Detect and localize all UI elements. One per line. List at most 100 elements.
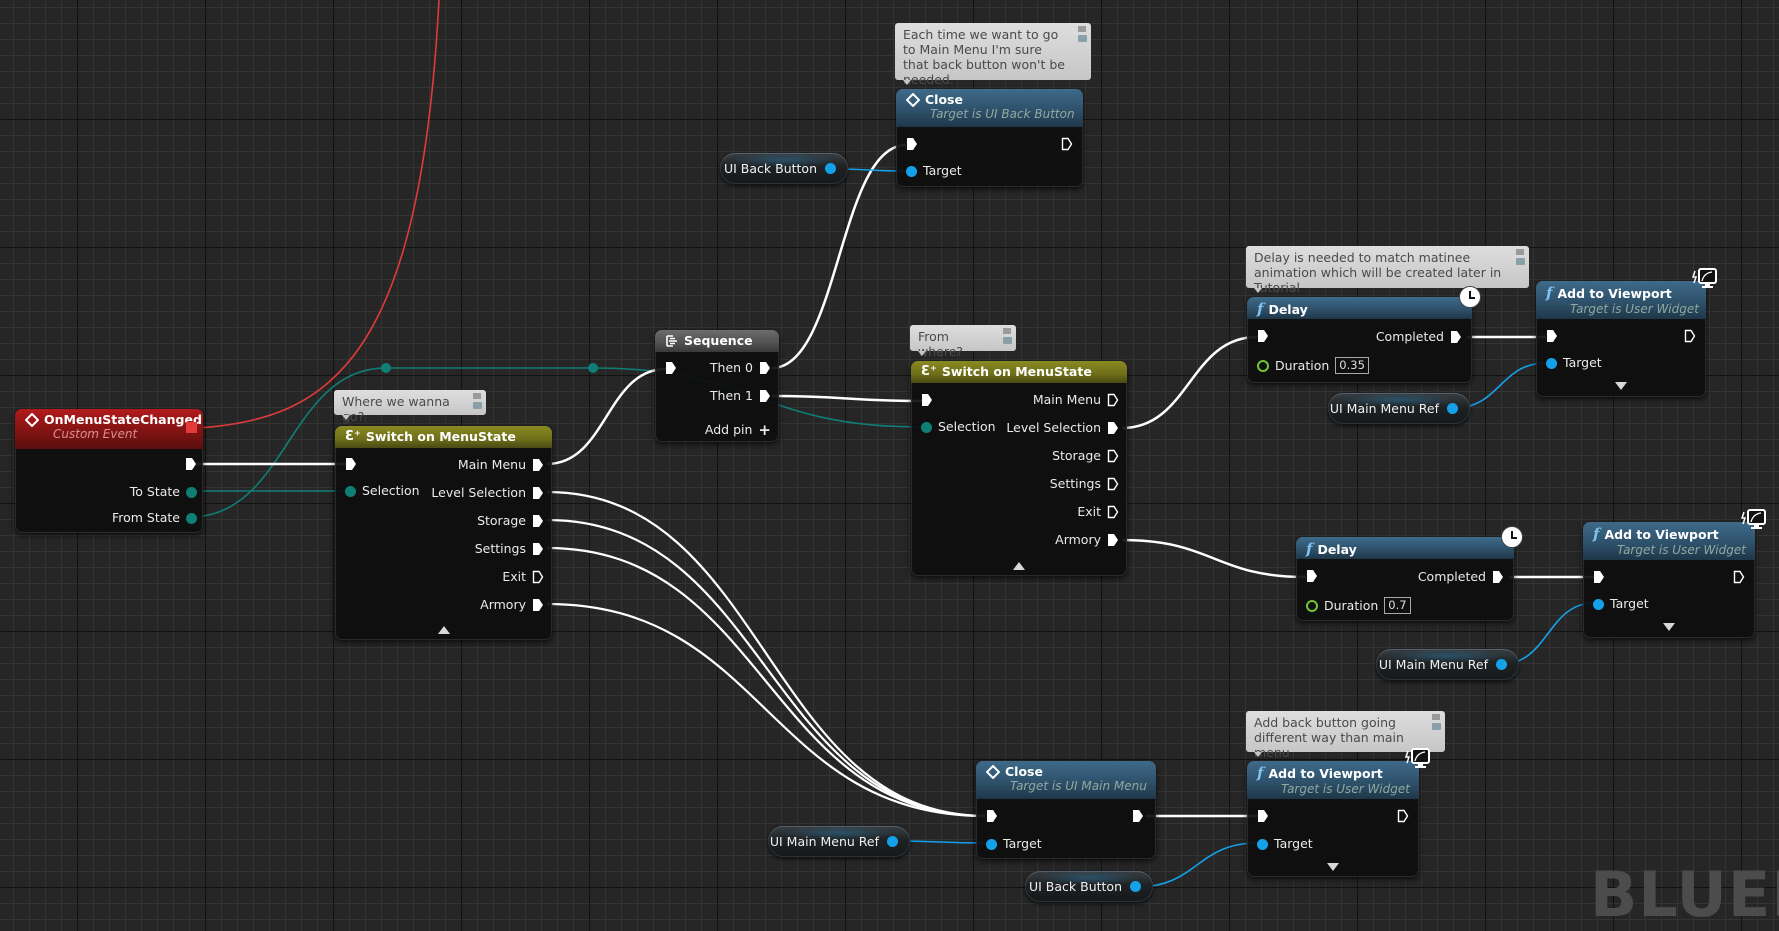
comment-where-we-wanna-go[interactable]: Where we wanna go? (334, 390, 486, 424)
object-pin-icon[interactable] (1130, 881, 1141, 892)
object-pin-icon[interactable] (825, 163, 836, 174)
exec-out-pin[interactable] (1132, 809, 1144, 823)
pin-label: Storage (1052, 448, 1101, 463)
sequence-node[interactable]: Sequence Then 0 Then 1 Add pin + (655, 330, 779, 442)
ui-main-menu-ref-variable-3[interactable]: UI Main Menu Ref (768, 826, 910, 857)
exec-pin-icon (907, 138, 917, 150)
exec-out-pin[interactable] (1397, 809, 1409, 823)
exec-out-pin[interactable] (185, 457, 197, 471)
pin-comment-icon[interactable] (1432, 714, 1440, 720)
target-pin[interactable]: Target (1546, 355, 1602, 371)
exec-in-pin[interactable] (1593, 570, 1605, 584)
out-storage-pin[interactable]: Storage (1052, 448, 1119, 464)
target-pin[interactable]: Target (986, 836, 1042, 852)
out-armory-pin[interactable]: Armory (480, 597, 544, 613)
add-to-viewport-node-2[interactable]: f Add to Viewport Target is User Widget T… (1583, 522, 1755, 638)
completed-pin[interactable]: Completed (1376, 329, 1462, 345)
comment-text: From where? (918, 329, 964, 359)
function-diamond-icon (986, 764, 1000, 779)
out-armory-pin[interactable]: Armory (1055, 532, 1119, 548)
exec-wire (771, 394, 923, 403)
reroute-node[interactable] (381, 363, 391, 373)
exec-in-pin[interactable] (665, 361, 677, 375)
target-pin[interactable]: Target (906, 163, 962, 179)
object-pin-icon[interactable] (887, 836, 898, 847)
pin-comment-icon[interactable] (473, 393, 481, 399)
delay-node-2[interactable]: f Delay Completed Duration 0.7 (1296, 537, 1514, 621)
duration-input[interactable]: 0.7 (1384, 597, 1411, 614)
then-1-pin[interactable]: Then 1 (710, 388, 771, 404)
add-to-viewport-title: Add to Viewport (1604, 526, 1719, 542)
exec-in-pin[interactable] (1546, 329, 1558, 343)
exec-in-pin[interactable] (1257, 809, 1269, 823)
collapse-arrow-icon[interactable] (1013, 562, 1025, 570)
comment-delay[interactable]: Delay is needed to match matinee animati… (1246, 246, 1529, 295)
exec-in-pin[interactable] (921, 393, 933, 407)
add-to-viewport-node-3[interactable]: f Add to Viewport Target is User Widget T… (1247, 761, 1419, 877)
close-back-button-node[interactable]: Close Target is UI Back Button Target (896, 89, 1083, 187)
expand-arrow-icon[interactable] (1615, 382, 1627, 390)
exec-out-pin[interactable] (1684, 329, 1696, 343)
out-settings-pin[interactable]: Settings (1050, 476, 1119, 492)
comment-from-where[interactable]: From where? (910, 325, 1016, 359)
switch-enum-icon: Ɛ⁺ (921, 364, 937, 379)
switch-on-menustate-to-node[interactable]: Ɛ⁺ Switch on MenuState Selection Main Men… (335, 426, 552, 640)
exec-out-pin[interactable] (1733, 570, 1745, 584)
exec-out-pin[interactable] (1061, 137, 1073, 151)
duration-input[interactable]: 0.35 (1335, 357, 1369, 374)
exec-pin-empty-icon (1107, 477, 1119, 491)
exec-in-pin[interactable] (345, 457, 357, 471)
completed-pin[interactable]: Completed (1418, 569, 1504, 585)
object-pin-icon[interactable] (1496, 659, 1507, 670)
object-pin-icon[interactable] (1447, 403, 1458, 414)
exec-in-pin[interactable] (1257, 329, 1269, 343)
exec-in-pin[interactable] (906, 137, 918, 151)
out-level-selection-pin[interactable]: Level Selection (1006, 420, 1119, 436)
expand-arrow-icon[interactable] (1327, 863, 1339, 871)
ui-back-button-variable-2[interactable]: UI Back Button (1025, 871, 1153, 902)
out-exit-pin[interactable]: Exit (1077, 504, 1119, 520)
selection-pin[interactable]: Selection (921, 419, 996, 435)
function-f-icon: f (1257, 764, 1264, 782)
comment-add-back-button[interactable]: Add back button going different way than… (1246, 711, 1445, 760)
duration-pin[interactable]: Duration 0.7 (1306, 597, 1411, 614)
reroute-node[interactable] (588, 363, 598, 373)
then-0-pin[interactable]: Then 0 (710, 360, 771, 376)
duration-pin[interactable]: Duration 0.35 (1257, 357, 1369, 374)
add-to-viewport-node-1[interactable]: f Add to Viewport Target is User Widget T… (1536, 281, 1706, 397)
collapse-arrow-icon[interactable] (438, 626, 450, 634)
out-main-menu-pin[interactable]: Main Menu (1033, 392, 1119, 408)
event-node-on-menu-state-changed[interactable]: OnMenuStateChanged Custom Event To State… (15, 409, 203, 533)
exec-pin-icon (760, 390, 770, 402)
target-pin[interactable]: Target (1593, 596, 1649, 612)
close-main-menu-node[interactable]: Close Target is UI Main Menu Target (976, 761, 1156, 859)
delegate-pin-icon[interactable] (186, 422, 197, 433)
exec-in-pin[interactable] (986, 809, 998, 823)
switch-on-menustate-from-node[interactable]: Ɛ⁺ Switch on MenuState Selection Main Men… (911, 361, 1127, 576)
out-level-selection-pin[interactable]: Level Selection (431, 485, 544, 501)
ui-main-menu-ref-variable-2[interactable]: UI Main Menu Ref (1376, 649, 1519, 680)
selection-pin[interactable]: Selection (345, 483, 420, 499)
pin-comment-icon[interactable] (1003, 328, 1011, 334)
to-state-pin[interactable]: To State (130, 484, 197, 500)
from-state-pin[interactable]: From State (112, 510, 197, 526)
exec-pin-icon (533, 599, 543, 611)
blueprint-watermark: BLUEPRINT (1590, 858, 1779, 931)
out-settings-pin[interactable]: Settings (475, 541, 544, 557)
comment-close-back-button[interactable]: Each time we want to go to Main Menu I'm… (895, 23, 1091, 87)
pin-comment-icon[interactable] (1516, 249, 1524, 255)
sequence-header: Sequence (655, 330, 779, 352)
out-storage-pin[interactable]: Storage (477, 513, 544, 529)
delay-node-1[interactable]: f Delay Completed Duration 0.35 (1247, 297, 1472, 383)
target-pin[interactable]: Target (1257, 836, 1313, 852)
ui-back-button-variable-1[interactable]: UI Back Button (720, 153, 848, 184)
ui-main-menu-ref-variable-1[interactable]: UI Main Menu Ref (1328, 393, 1470, 424)
out-exit-pin[interactable]: Exit (502, 569, 544, 585)
exec-wire (1121, 335, 1258, 430)
expand-arrow-icon[interactable] (1663, 623, 1675, 631)
out-main-menu-pin[interactable]: Main Menu (458, 457, 544, 473)
add-to-viewport-header: f Add to Viewport Target is User Widget (1536, 281, 1706, 319)
add-pin-button[interactable]: Add pin + (705, 422, 771, 438)
exec-in-pin[interactable] (1306, 569, 1318, 583)
pin-comment-icon[interactable] (1078, 26, 1086, 32)
